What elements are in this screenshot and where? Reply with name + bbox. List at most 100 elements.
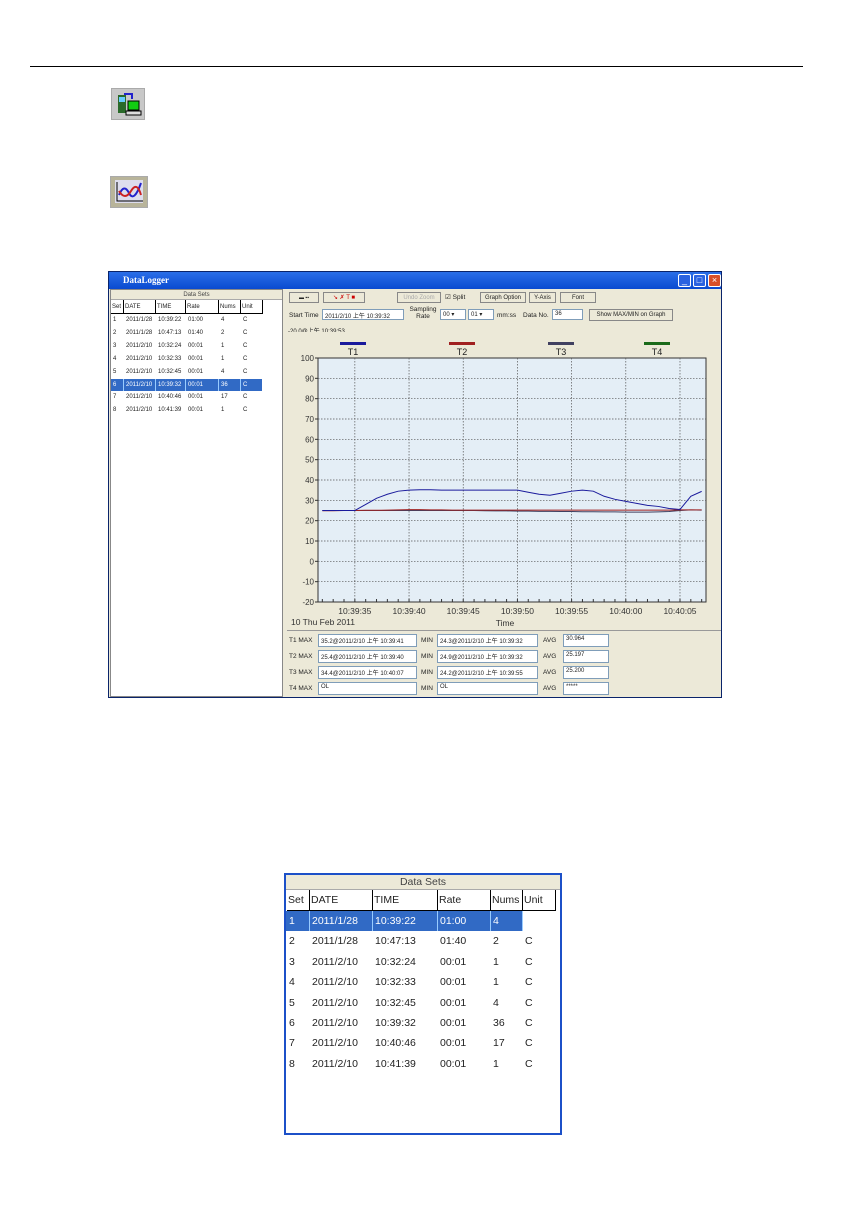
cell-rate: 00:01 (188, 342, 204, 349)
column-header-nums[interactable]: Nums (491, 890, 523, 911)
cell-unit: C (243, 407, 248, 414)
cell-date: 2011/1/28 (312, 935, 358, 948)
cell-date: 2011/1/28 (312, 911, 373, 932)
column-header-time[interactable]: TIME (156, 300, 186, 314)
cell-nums: 2 (221, 329, 225, 336)
cell-set: 6 (113, 378, 124, 392)
font-button[interactable]: Font (560, 292, 596, 303)
start-time-label: Start Time (289, 312, 319, 319)
column-header-set[interactable]: Set (111, 300, 124, 314)
table-row[interactable]: 1 2011/1/28 10:39:22 01:00 4 C (286, 911, 533, 932)
avg-field[interactable]: 25.197 (563, 650, 609, 663)
table-row[interactable]: 3 2011/2/10 10:32:24 00:01 1 C (111, 340, 262, 353)
cell-date: 2011/1/28 (126, 317, 153, 323)
cell-time: 10:41:39 (375, 1057, 416, 1070)
split-label: Split (452, 294, 466, 301)
column-header-unit[interactable]: Unit (523, 890, 556, 911)
cell-time: 10:39:22 (158, 317, 182, 323)
avg-field[interactable]: ***** (563, 682, 609, 695)
table-row[interactable]: 2 2011/1/28 10:47:13 01:40 2 C (286, 931, 533, 951)
legend-label-T4: T4 (652, 347, 663, 357)
table-row[interactable]: 6 2011/2/10 10:39:32 00:01 36 C (286, 1013, 533, 1033)
temperature-chart[interactable]: T1 T2 T3 T41009080706050403020100-10-2010:3… (287, 332, 721, 630)
x-tick-label: 10:39:35 (338, 606, 371, 616)
y-tick-label: 80 (305, 395, 314, 404)
table-row[interactable]: 3 2011/2/10 10:32:24 00:01 1 C (286, 952, 533, 972)
close-button[interactable]: × (708, 274, 721, 287)
max-field[interactable]: 25.4@2011/2/10 上午 10:39:40 (318, 650, 417, 663)
table-row[interactable]: 7 2011/2/10 10:40:46 00:01 17 C (111, 391, 262, 404)
cell-date: 2011/2/10 (126, 394, 153, 401)
column-header-date[interactable]: DATE (310, 890, 373, 911)
table-row[interactable]: 7 2011/2/10 10:40:46 00:01 17 C (286, 1033, 533, 1053)
column-header-set[interactable]: Set (287, 890, 310, 911)
show-maxmin-button[interactable]: Show MAX/MIN on Graph (589, 309, 673, 321)
cell-date: 2011/2/10 (126, 368, 153, 375)
graph-option-button[interactable]: Graph Option (480, 292, 526, 303)
table-row[interactable]: 5 2011/2/10 10:32:45 00:01 4 C (111, 366, 262, 379)
min-field[interactable]: 24.3@2011/2/10 上午 10:39:32 (437, 634, 538, 647)
table-row[interactable]: 8 2011/2/10 10:41:39 00:01 1 C (111, 404, 262, 417)
cell-rate: 01:40 (188, 329, 204, 336)
x-tick-label: 10:39:55 (555, 606, 588, 616)
table-row[interactable]: 4 2011/2/10 10:32:33 00:01 1 C (111, 353, 262, 366)
table-row[interactable]: 1 2011/1/28 10:39:22 01:00 4 C (111, 314, 262, 327)
min-field[interactable]: OL (437, 682, 538, 695)
x-axis-label: Time (496, 618, 515, 628)
table-row[interactable]: 8 2011/2/10 10:41:39 00:01 1 C (286, 1054, 533, 1074)
cell-set: 7 (113, 394, 117, 401)
cell-nums: 1 (493, 955, 499, 968)
cell-nums: 17 (221, 394, 228, 401)
table-row[interactable]: 2 2011/1/28 10:47:13 01:40 2 C (111, 327, 262, 340)
cell-date: 2011/1/28 (126, 329, 153, 336)
cell-nums: 2 (493, 935, 499, 948)
column-header-rate[interactable]: Rate (438, 890, 491, 911)
cell-nums: 4 (221, 368, 225, 375)
max-field[interactable]: OL (318, 682, 417, 695)
cell-time: 10:32:24 (158, 342, 182, 349)
maximize-button[interactable]: □ (693, 274, 706, 287)
cell-unit: C (525, 976, 533, 989)
y-tick-label: -20 (302, 598, 314, 607)
cell-unit: C (243, 394, 248, 401)
min-field[interactable]: 24.9@2011/2/10 上午 10:39:32 (437, 650, 538, 663)
rate-minutes-select[interactable]: 00 ▾ (440, 309, 466, 320)
start-time-field[interactable]: 2011/2/10 上午 10:39:32 (322, 309, 404, 320)
y-axis-button[interactable]: Y-Axis (529, 292, 556, 303)
minimize-button[interactable]: _ (678, 274, 691, 287)
cell-date: 2011/2/10 (126, 355, 153, 362)
column-header-unit[interactable]: Unit (241, 300, 263, 314)
page-header-rule (30, 66, 803, 67)
datalogger-window: DataLogger _ □ × Data Sets Set DATE TIME Rat… (108, 271, 722, 698)
rate-seconds-select[interactable]: 01 ▾ (468, 309, 494, 320)
table-row[interactable]: 6 2011/2/10 10:39:32 00:01 36 C (111, 378, 262, 392)
undo-zoom-button[interactable]: Undo Zoom (397, 292, 441, 303)
min-field[interactable]: 24.2@2011/2/10 上午 10:39:55 (437, 666, 538, 679)
y-tick-label: 70 (305, 415, 314, 424)
cell-time: 10:47:13 (158, 329, 182, 336)
column-header-rate[interactable]: Rate (186, 300, 219, 314)
column-header-date[interactable]: DATE (124, 300, 156, 314)
draw-tools-icon[interactable]: ↘ ✗ T ■ (323, 292, 365, 303)
cell-date: 2011/2/10 (126, 378, 156, 392)
cell-time: 10:32:45 (158, 368, 182, 375)
stats-panel: T1 MAX 35.2@2011/2/10 上午 10:39:41 MIN 24.3@… (287, 630, 721, 698)
y-tick-label: 40 (305, 476, 314, 485)
column-header-nums[interactable]: Nums (219, 300, 241, 314)
cell-unit: C (525, 935, 533, 948)
column-header-time[interactable]: TIME (373, 890, 438, 911)
layout-toggle-icon[interactable]: ▬ ▪▪ (289, 292, 319, 303)
max-field[interactable]: 35.2@2011/2/10 上午 10:39:41 (318, 634, 417, 647)
table-row[interactable]: 5 2011/2/10 10:32:45 00:01 4 C (286, 993, 533, 1013)
split-checkbox[interactable]: ☑ Split (445, 293, 465, 301)
avg-field[interactable]: 25.200 (563, 666, 609, 679)
table-row[interactable]: 4 2011/2/10 10:32:33 00:01 1 C (286, 972, 533, 992)
min-label: MIN (421, 637, 433, 644)
y-tick-label: 10 (305, 537, 314, 546)
max-field[interactable]: 34.4@2011/2/10 上午 10:40:07 (318, 666, 417, 679)
avg-label: AVG (543, 653, 557, 660)
legend-label-T1: T1 (348, 347, 359, 357)
cell-date: 2011/2/10 (312, 996, 358, 1009)
avg-field[interactable]: 30.964 (563, 634, 609, 647)
data-no-field[interactable]: 36 (552, 309, 583, 320)
